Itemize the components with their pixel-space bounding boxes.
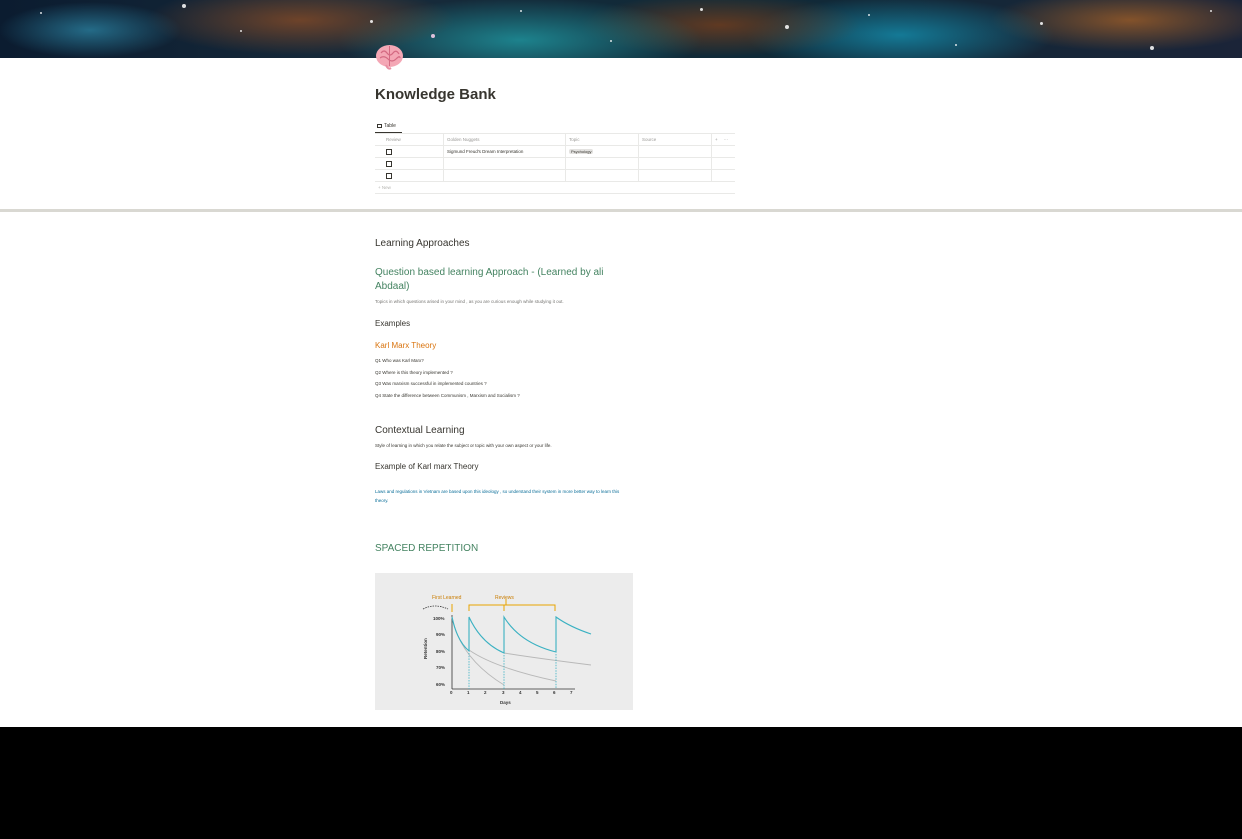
list-item: Q1 Who was Karl Marx? bbox=[375, 358, 424, 363]
source-cell[interactable] bbox=[639, 146, 712, 157]
source-cell[interactable] bbox=[639, 158, 712, 169]
forgetting-curve bbox=[503, 652, 592, 666]
list-item: Q2 Where is this theory implemented ? bbox=[375, 369, 453, 375]
x-axis-label: Days bbox=[500, 700, 511, 705]
heading-spaced-repetition: SPACED REPETITION bbox=[375, 543, 479, 554]
table-header-row: Review Golden Nuggets Topic Source + ··· bbox=[375, 134, 735, 146]
y-tick-label: 100% bbox=[433, 616, 445, 621]
y-tick-label: 60% bbox=[436, 682, 445, 687]
heading-question-based-learning: Question based learning Approach - (Lear… bbox=[375, 267, 604, 292]
x-tick-label: 6 bbox=[553, 690, 556, 695]
y-tick-label: 70% bbox=[436, 665, 445, 670]
table-icon bbox=[377, 124, 382, 128]
table-row[interactable] bbox=[375, 158, 735, 170]
divider bbox=[0, 209, 1242, 212]
laws-paragraph: Laws and regulations in Vietnam are base… bbox=[375, 489, 620, 503]
x-tick-label: 2 bbox=[484, 690, 487, 695]
column-header-source[interactable]: Source bbox=[639, 134, 712, 145]
review-checkbox[interactable] bbox=[386, 160, 392, 167]
qba-description: Topics in which questions arised in your… bbox=[375, 299, 564, 304]
reviews-label: Reviews bbox=[495, 595, 514, 601]
topic-cell[interactable] bbox=[566, 158, 639, 169]
topic-tag: Psychology bbox=[569, 149, 594, 154]
golden-nugget-cell[interactable] bbox=[444, 158, 566, 169]
review-checkbox[interactable] bbox=[386, 148, 392, 155]
spaced-repetition-image[interactable]: First Learned Reviews 100% 90% 80% 70% 6… bbox=[375, 573, 633, 710]
heading-example-karl-marx: Example of Karl marx Theory bbox=[375, 462, 479, 471]
table-row[interactable]: Sigmund Freud's Dream Interpretation Psy… bbox=[375, 146, 735, 158]
x-tick-label: 0 bbox=[450, 690, 453, 695]
brain-icon[interactable] bbox=[375, 43, 404, 70]
forgetting-curve-illustration: First Learned Reviews 100% 90% 80% 70% 6… bbox=[422, 595, 592, 705]
retention-curve bbox=[451, 615, 592, 654]
column-header-topic[interactable]: Topic bbox=[566, 134, 639, 145]
y-tick-label: 90% bbox=[436, 632, 445, 637]
table-row[interactable] bbox=[375, 170, 735, 182]
source-cell[interactable] bbox=[639, 170, 712, 181]
page-title: Knowledge Bank bbox=[375, 86, 496, 103]
notion-page: Knowledge Bank Table Review Golden Nugge… bbox=[0, 0, 1242, 727]
first-learned-arrow bbox=[422, 605, 449, 610]
cover-image[interactable] bbox=[0, 0, 1242, 58]
heading-examples: Examples bbox=[375, 319, 411, 328]
topic-cell[interactable] bbox=[566, 170, 639, 181]
forgetting-curve bbox=[451, 616, 505, 686]
heading-learning-approaches: Learning Approaches bbox=[375, 238, 470, 249]
y-axis-label: Retention bbox=[423, 638, 428, 659]
tab-table-view[interactable]: Table bbox=[375, 120, 402, 133]
x-tick-label: 4 bbox=[519, 690, 522, 695]
column-header-review[interactable]: Review bbox=[375, 134, 444, 145]
topic-cell[interactable]: Psychology bbox=[566, 146, 639, 157]
golden-nugget-cell[interactable] bbox=[444, 170, 566, 181]
x-tick-label: 1 bbox=[467, 690, 470, 695]
y-tick-label: 80% bbox=[436, 649, 445, 654]
heading-contextual-learning: Contextual Learning bbox=[375, 425, 465, 436]
new-row-button[interactable]: + New bbox=[375, 182, 735, 194]
database-table: Review Golden Nuggets Topic Source + ···… bbox=[375, 133, 735, 194]
x-tick-label: 3 bbox=[502, 690, 505, 695]
column-header-golden-nuggets[interactable]: Golden Nuggets bbox=[444, 134, 566, 145]
contextual-description: Style of learning in which you relate th… bbox=[375, 443, 552, 448]
heading-karl-marx-theory: Karl Marx Theory bbox=[375, 341, 437, 350]
list-item: Q3 Was marxism successful in implemented… bbox=[375, 381, 487, 387]
first-learned-label: First Learned bbox=[432, 595, 462, 601]
x-tick-label: 7 bbox=[570, 690, 573, 695]
more-options-button[interactable]: ··· bbox=[724, 137, 729, 142]
add-column-button[interactable]: + bbox=[715, 137, 718, 142]
question-list: Q1 Who was Karl Marx? Q2 Where is this t… bbox=[375, 355, 640, 401]
golden-nugget-cell[interactable]: Sigmund Freud's Dream Interpretation bbox=[444, 146, 566, 157]
x-tick-label: 5 bbox=[536, 690, 539, 695]
tab-label: Table bbox=[384, 123, 396, 129]
column-actions: + ··· bbox=[712, 134, 735, 145]
review-checkbox[interactable] bbox=[386, 172, 392, 179]
list-item: Q4 State the difference between Communis… bbox=[375, 392, 520, 398]
